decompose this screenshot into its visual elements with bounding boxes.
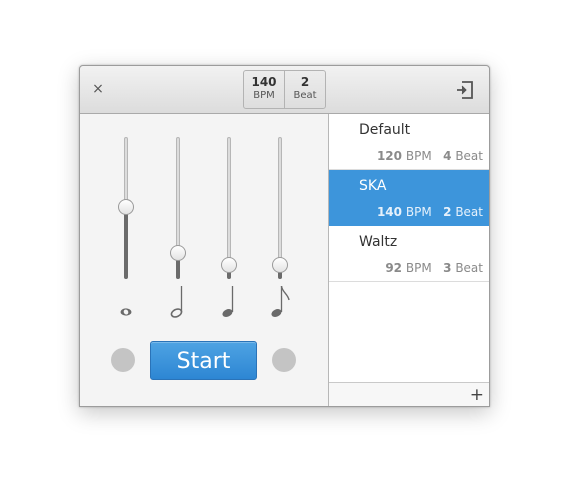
header-bar: × 140 BPM 2 Beat bbox=[80, 66, 489, 114]
quarter-note-slider[interactable] bbox=[221, 137, 237, 279]
preset-item-default[interactable]: Default 120 BPM 4 Beat bbox=[329, 114, 489, 170]
beat-indicator-left bbox=[111, 348, 135, 372]
preset-list-footer: + bbox=[329, 382, 489, 406]
plus-icon: + bbox=[469, 385, 484, 405]
slider-knob[interactable] bbox=[170, 245, 186, 262]
bpm-display[interactable]: 140 BPM bbox=[244, 71, 284, 108]
preset-item-waltz[interactable]: Waltz 92 BPM 3 Beat bbox=[329, 226, 489, 282]
preset-meta: 120 BPM 4 Beat bbox=[376, 149, 483, 163]
bpm-value: 140 bbox=[251, 75, 277, 89]
close-icon: × bbox=[92, 81, 104, 97]
whole-note-icon bbox=[120, 308, 132, 316]
beat-editor-panel: Start bbox=[80, 114, 329, 406]
preset-item-ska[interactable]: SKA 140 BPM 2 Beat bbox=[329, 170, 489, 226]
beat-label: Beat bbox=[293, 90, 317, 101]
preset-name: Waltz bbox=[359, 234, 398, 250]
eighth-note-slider[interactable] bbox=[272, 137, 288, 279]
exit-icon bbox=[457, 81, 473, 99]
bpm-label: BPM bbox=[253, 90, 275, 101]
slider-knob[interactable] bbox=[118, 198, 134, 215]
beat-value: 2 bbox=[300, 75, 310, 89]
half-note-icon bbox=[170, 286, 183, 318]
slider-knob[interactable] bbox=[272, 256, 288, 273]
eighth-note-icon bbox=[271, 285, 290, 317]
preset-name: Default bbox=[359, 122, 411, 138]
quarter-note-icon bbox=[222, 286, 234, 317]
whole-note-slider[interactable] bbox=[118, 137, 134, 279]
exit-button[interactable] bbox=[454, 79, 476, 101]
close-button[interactable]: × bbox=[88, 79, 108, 99]
preset-meta: 92 BPM 3 Beat bbox=[385, 261, 483, 275]
tempo-display[interactable]: 140 BPM 2 Beat bbox=[243, 70, 326, 109]
preset-list-panel: Default 120 BPM 4 Beat SKA 140 BPM 2 Bea… bbox=[329, 114, 489, 406]
slider-knob[interactable] bbox=[221, 256, 237, 273]
preset-meta: 140 BPM 2 Beat bbox=[376, 205, 483, 219]
start-button[interactable]: Start bbox=[150, 341, 257, 380]
beat-indicator-right bbox=[272, 348, 296, 372]
half-note-slider[interactable] bbox=[170, 137, 186, 279]
slider-fill bbox=[124, 206, 128, 279]
beat-display[interactable]: 2 Beat bbox=[284, 71, 325, 108]
metronome-window: × 140 BPM 2 Beat Start Default 120 BPM 4… bbox=[79, 65, 490, 407]
preset-name: SKA bbox=[359, 178, 387, 194]
add-preset-button[interactable]: + bbox=[470, 384, 484, 406]
